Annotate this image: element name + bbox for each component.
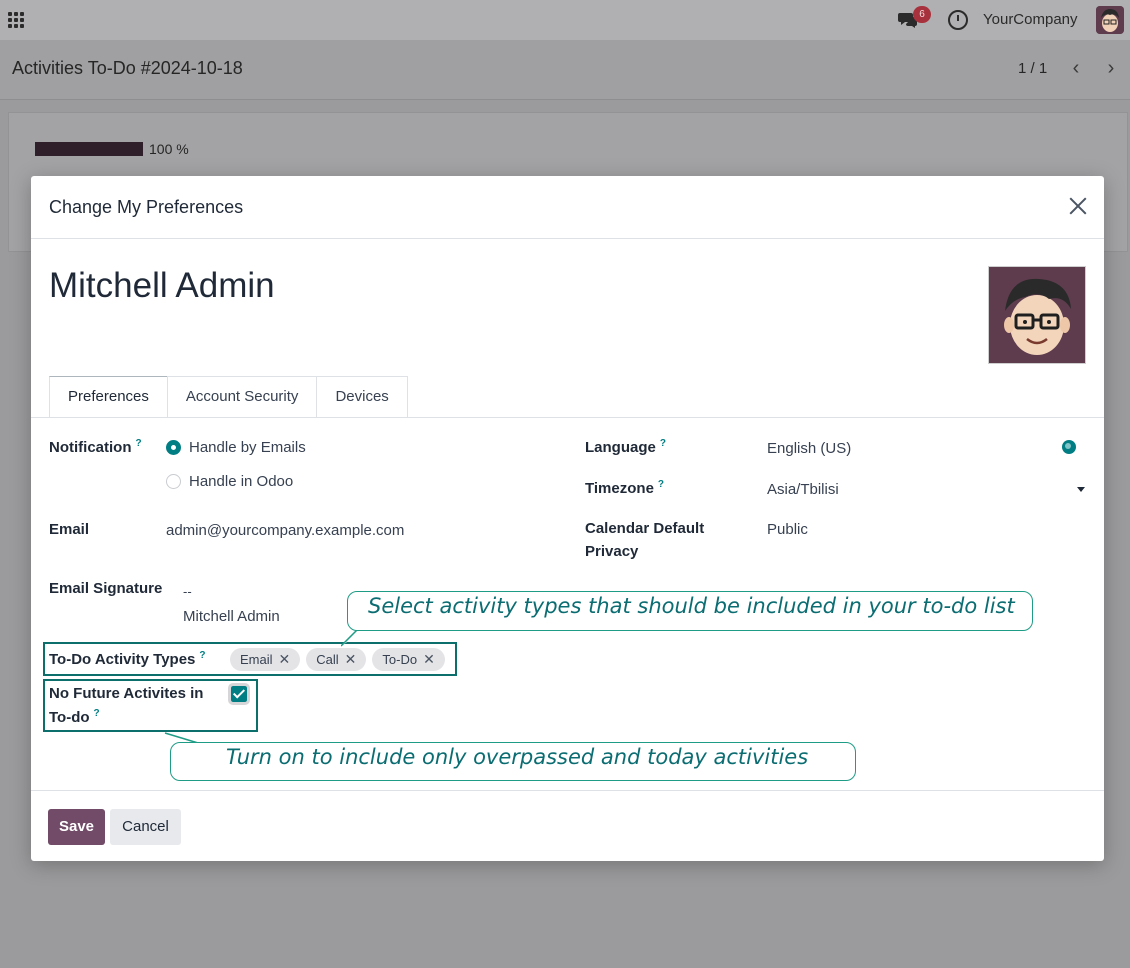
avatar-image — [989, 267, 1085, 363]
preferences-tabs: Preferences Account Security Devices — [49, 376, 408, 418]
callout-no-future: Turn on to include only overpassed and t… — [170, 742, 856, 781]
progress-label: 100 % — [149, 141, 189, 157]
tab-preferences[interactable]: Preferences — [49, 376, 168, 418]
timezone-help-icon[interactable]: ? — [658, 479, 664, 490]
footer-divider — [31, 790, 1104, 791]
todo-activity-types-label: To-Do Activity Types? — [49, 650, 206, 668]
no-future-activities-help-icon[interactable]: ? — [94, 708, 100, 719]
preferences-dialog: Change My Preferences Mitchell Admin Pre… — [31, 176, 1104, 861]
tab-account-security[interactable]: Account Security — [166, 376, 318, 418]
dialog-header: Change My Preferences — [31, 176, 1104, 239]
messages-count-badge: 6 — [913, 6, 931, 23]
email-signature-label: Email Signature — [49, 580, 163, 597]
timezone-select[interactable]: Asia/Tbilisi — [767, 481, 839, 498]
tag-call: Call ✕ — [306, 648, 367, 671]
user-avatar[interactable] — [988, 266, 1086, 364]
user-name-heading: Mitchell Admin — [49, 266, 275, 305]
email-signature-line2[interactable]: Mitchell Admin — [183, 608, 280, 625]
calendar-privacy-label-line2: Privacy — [585, 543, 639, 560]
tab-devices[interactable]: Devices — [316, 376, 408, 418]
no-future-activities-checkbox[interactable] — [228, 683, 250, 705]
cancel-button[interactable]: Cancel — [110, 809, 181, 845]
pager-next-icon[interactable]: › — [1097, 56, 1125, 82]
tag-label: To-Do — [382, 652, 418, 667]
tag-todo: To-Do ✕ — [372, 648, 445, 671]
radio-handle-by-emails[interactable] — [166, 440, 181, 455]
activity-type-tags: Email ✕ Call ✕ To-Do ✕ — [230, 648, 445, 671]
tabs-divider — [31, 417, 1104, 418]
calendar-privacy-label-line1: Calendar Default — [585, 520, 705, 537]
pager-previous-icon[interactable]: ‹ — [1062, 56, 1090, 82]
activity-clock-icon[interactable] — [948, 10, 968, 30]
email-signature-line1[interactable]: -- — [183, 584, 192, 599]
user-avatar-small[interactable] — [1096, 6, 1124, 34]
callout-activity-types: Select activity types that should be inc… — [347, 591, 1033, 631]
remove-tag-icon[interactable]: ✕ — [423, 648, 435, 671]
language-select[interactable]: English (US) — [767, 440, 851, 457]
save-button[interactable]: Save — [48, 809, 105, 845]
progress-bar — [35, 142, 143, 156]
chevron-down-icon[interactable] — [1077, 487, 1085, 492]
company-switcher[interactable]: YourCompany — [983, 11, 1078, 28]
dialog-title: Change My Preferences — [49, 197, 244, 217]
no-future-activities-label-line1: No Future Activites in — [49, 685, 204, 702]
remove-tag-icon[interactable]: ✕ — [279, 648, 291, 671]
no-future-activities-label-line2: To-do? — [49, 708, 100, 726]
language-label: Language? — [585, 438, 666, 456]
radio-label-handle-by-emails[interactable]: Handle by Emails — [189, 439, 306, 456]
globe-icon[interactable] — [1062, 440, 1076, 454]
close-icon[interactable] — [1067, 194, 1089, 218]
remove-tag-icon[interactable]: ✕ — [345, 648, 357, 671]
breadcrumb-title: Activities To-Do #2024-10-18 — [12, 58, 243, 78]
tag-label: Call — [316, 652, 339, 667]
radio-handle-in-odoo[interactable] — [166, 474, 181, 489]
apps-menu-icon[interactable] — [8, 12, 24, 28]
radio-label-handle-in-odoo[interactable]: Handle in Odoo — [189, 473, 293, 490]
notification-help-icon[interactable]: ? — [136, 438, 142, 449]
todo-activity-types-help-icon[interactable]: ? — [199, 650, 205, 661]
tag-email: Email ✕ — [230, 648, 301, 671]
language-help-icon[interactable]: ? — [660, 438, 666, 449]
notification-label: Notification? — [49, 438, 142, 456]
timezone-label: Timezone? — [585, 479, 665, 497]
pager-value[interactable]: 1 / 1 — [1018, 60, 1047, 77]
email-label: Email — [49, 521, 90, 538]
tag-label: Email — [240, 652, 273, 667]
email-value: admin@yourcompany.example.com — [166, 522, 405, 539]
calendar-privacy-select[interactable]: Public — [767, 521, 808, 538]
avatar-image — [1096, 6, 1124, 34]
